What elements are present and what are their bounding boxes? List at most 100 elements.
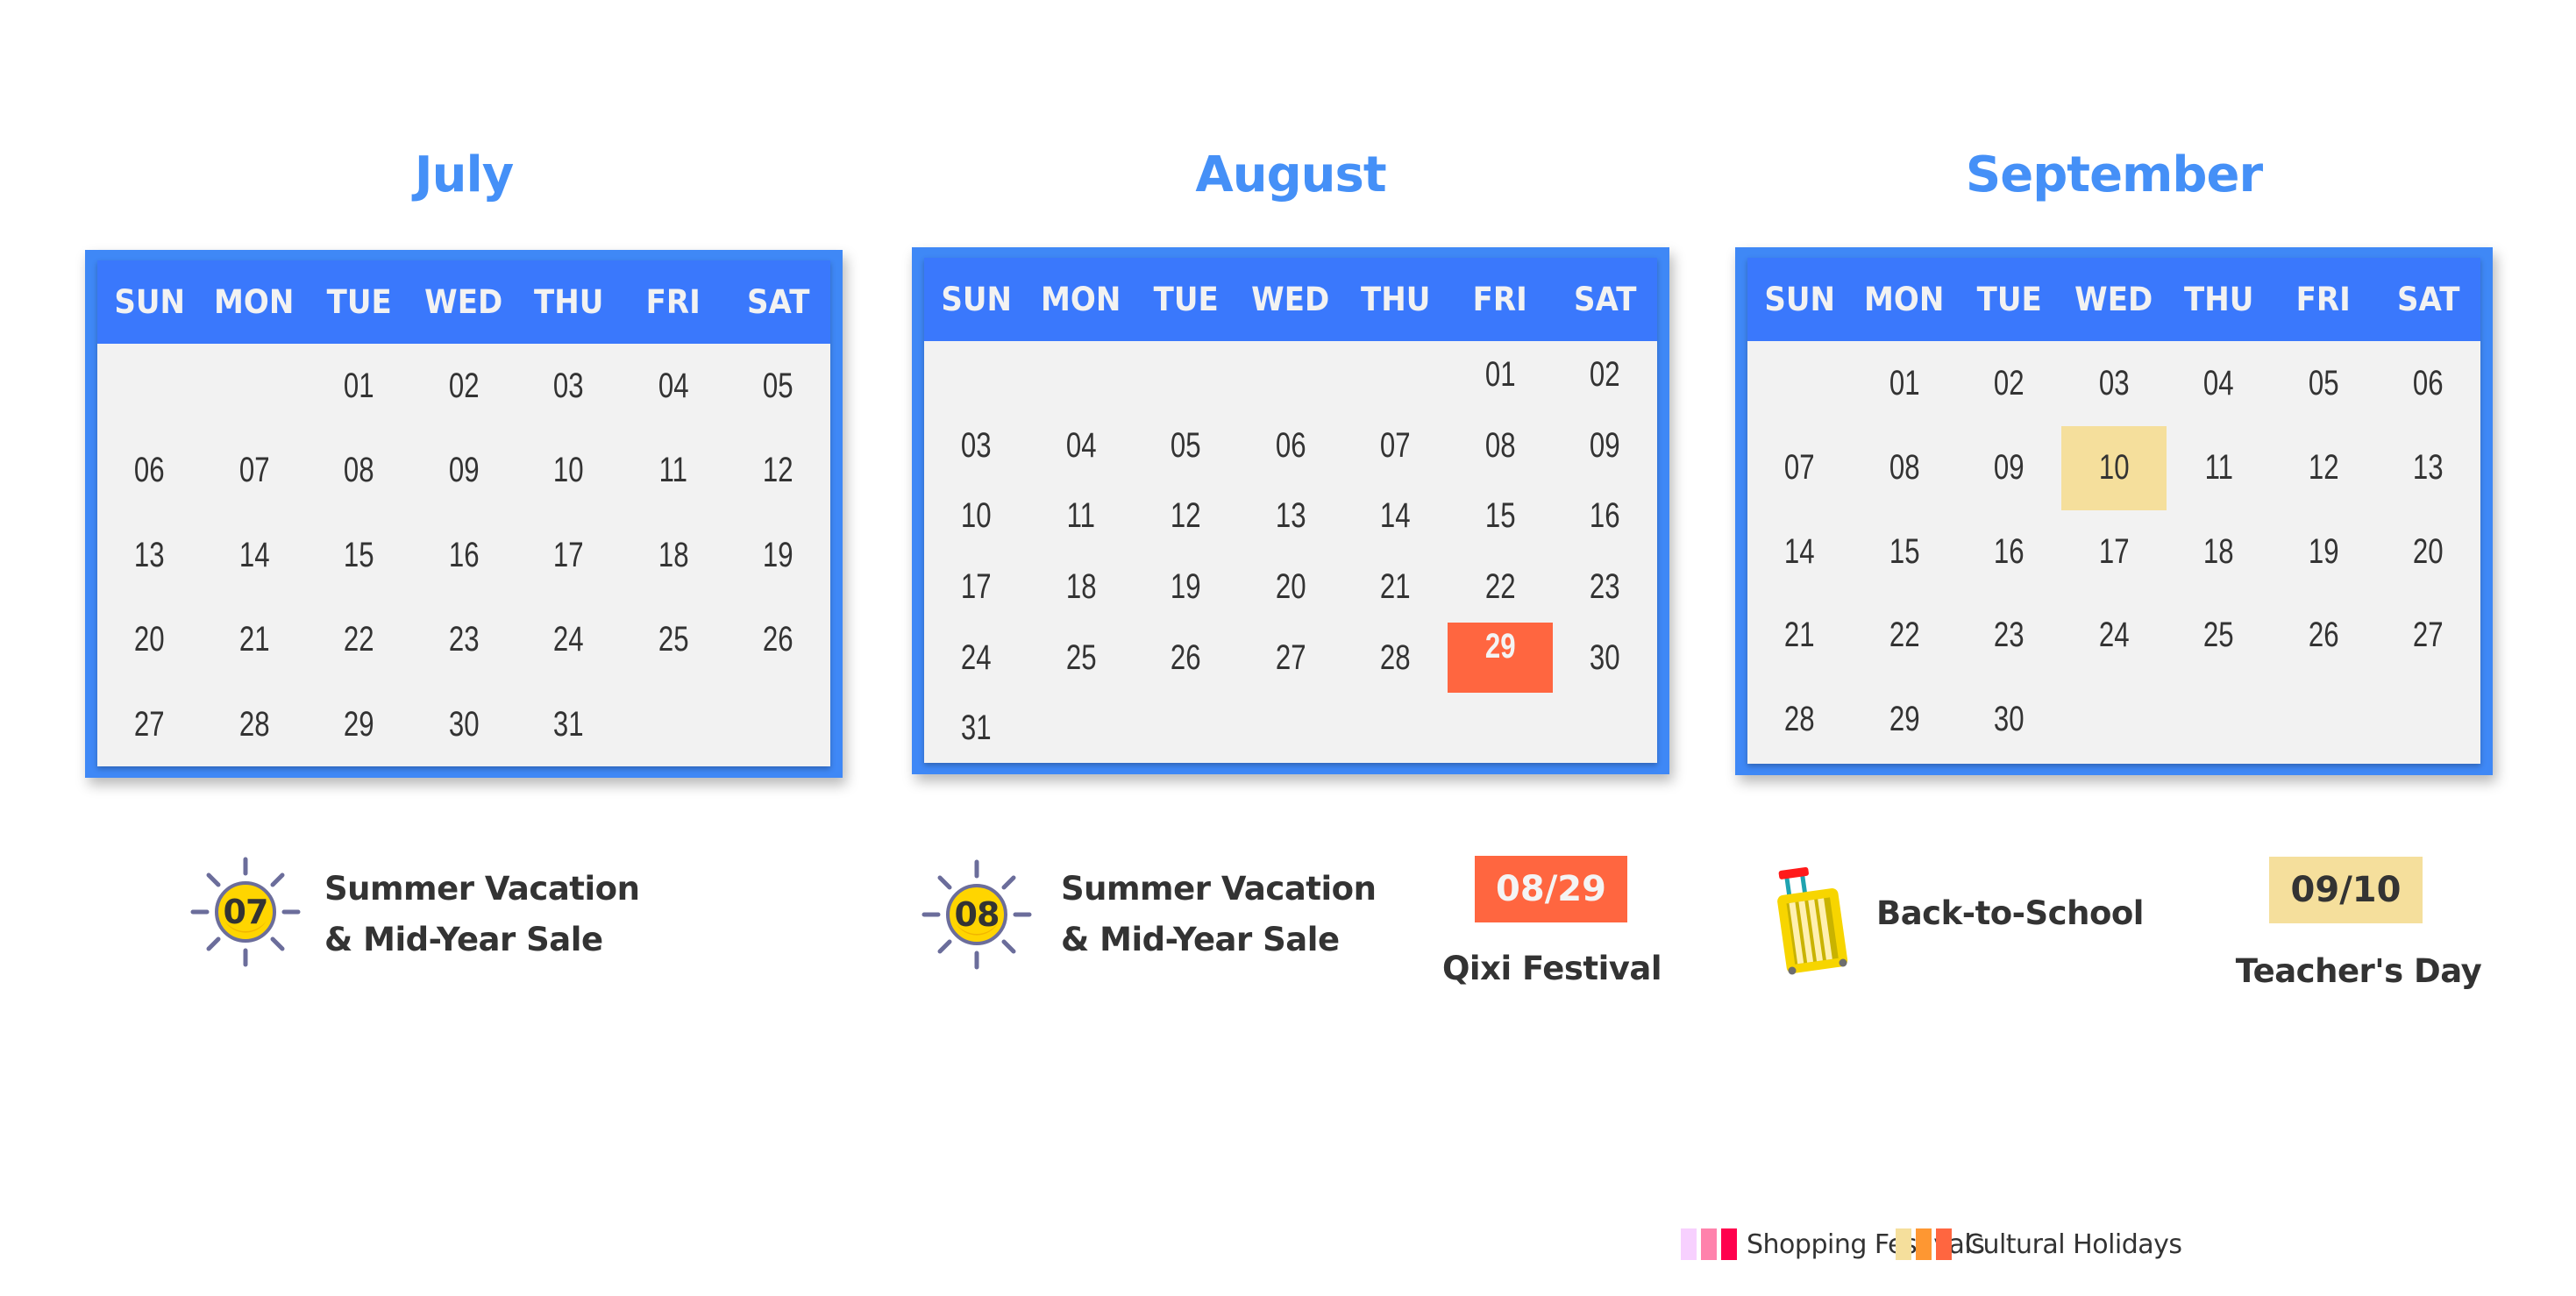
day-cell[interactable]: 24 [516, 597, 621, 681]
day-cell[interactable]: 19 [2271, 510, 2375, 595]
weekday-thu: THU [2183, 281, 2254, 318]
day-cell[interactable]: 30 [411, 682, 516, 766]
day-cell[interactable]: 22 [1852, 594, 1956, 678]
day-number: 27 [2412, 616, 2444, 655]
day-cell[interactable]: 04 [621, 344, 725, 428]
day-cell[interactable]: 21 [1747, 594, 1852, 678]
day-cell[interactable]: 09 [1957, 426, 2061, 510]
day-cell[interactable]: 09 [1553, 410, 1657, 481]
day-cell[interactable]: 11 [621, 428, 725, 512]
day-cell[interactable]: 23 [1553, 552, 1657, 623]
day-cell[interactable]: 16 [1957, 510, 2061, 595]
day-number: 20 [134, 620, 166, 659]
day-cell[interactable]: 02 [411, 344, 516, 428]
highlighted-day-cell[interactable]: 29 [1448, 622, 1553, 694]
weekday-tue: TUE [1153, 281, 1219, 318]
day-cell[interactable]: 29 [1852, 678, 1956, 762]
day-cell[interactable]: 06 [97, 428, 202, 512]
day-cell[interactable]: 23 [411, 597, 516, 681]
day-cell[interactable]: 03 [924, 410, 1028, 481]
day-cell[interactable]: 04 [1028, 410, 1133, 481]
day-cell[interactable]: 27 [1238, 623, 1342, 694]
day-cell[interactable]: 09 [411, 428, 516, 512]
day-cell[interactable]: 15 [1448, 481, 1552, 552]
day-number: 23 [1589, 567, 1620, 607]
empty-day-cell [2061, 678, 2166, 762]
day-cell[interactable]: 30 [1957, 678, 2061, 762]
day-cell[interactable]: 24 [924, 623, 1028, 694]
day-cell[interactable]: 16 [1553, 481, 1657, 552]
day-cell[interactable]: 20 [1238, 552, 1342, 623]
day-cell[interactable]: 10 [924, 481, 1028, 552]
day-number: 20 [2412, 531, 2444, 571]
day-cell[interactable]: 07 [1343, 410, 1448, 481]
day-cell[interactable]: 26 [2271, 594, 2375, 678]
day-cell[interactable]: 19 [726, 513, 830, 597]
day-cell[interactable]: 13 [1238, 481, 1342, 552]
day-cell[interactable]: 21 [202, 597, 306, 681]
day-cell[interactable]: 13 [2376, 426, 2480, 510]
day-cell[interactable]: 07 [202, 428, 306, 512]
day-cell[interactable]: 15 [1852, 510, 1956, 595]
day-cell[interactable]: 06 [1238, 410, 1342, 481]
day-cell[interactable]: 07 [1747, 426, 1852, 510]
day-cell[interactable]: 17 [2061, 510, 2166, 595]
day-cell[interactable]: 14 [1343, 481, 1448, 552]
day-cell[interactable]: 18 [621, 513, 725, 597]
day-cell[interactable]: 18 [1028, 552, 1133, 623]
day-cell[interactable]: 29 [307, 682, 411, 766]
day-cell[interactable]: 02 [1957, 342, 2061, 426]
day-cell[interactable]: 20 [2376, 510, 2480, 595]
day-cell[interactable]: 28 [1747, 678, 1852, 762]
day-cell[interactable]: 12 [726, 428, 830, 512]
day-cell[interactable]: 31 [924, 693, 1028, 764]
day-cell[interactable]: 28 [1343, 623, 1448, 694]
day-cell[interactable]: 05 [1134, 410, 1238, 481]
day-cell[interactable]: 08 [1448, 410, 1552, 481]
day-cell[interactable]: 02 [1553, 339, 1657, 410]
day-cell[interactable]: 11 [1028, 481, 1133, 552]
day-cell[interactable]: 13 [97, 513, 202, 597]
day-cell[interactable]: 17 [924, 552, 1028, 623]
day-cell[interactable]: 27 [2376, 594, 2480, 678]
day-cell[interactable]: 08 [1852, 426, 1956, 510]
day-cell[interactable]: 28 [202, 682, 306, 766]
day-cell[interactable]: 31 [516, 682, 621, 766]
day-cell[interactable]: 25 [621, 597, 725, 681]
day-cell[interactable]: 12 [2271, 426, 2375, 510]
day-cell[interactable]: 17 [516, 513, 621, 597]
day-cell[interactable]: 19 [1134, 552, 1238, 623]
day-cell[interactable]: 06 [2376, 342, 2480, 426]
day-cell[interactable]: 03 [516, 344, 621, 428]
event-title: Summer Vacation [1061, 870, 1377, 908]
day-cell[interactable]: 26 [1134, 623, 1238, 694]
day-cell[interactable]: 27 [97, 682, 202, 766]
day-cell[interactable]: 10 [516, 428, 621, 512]
highlighted-day-cell[interactable]: 10 [2061, 425, 2167, 510]
day-cell[interactable]: 18 [2167, 510, 2271, 595]
day-cell[interactable]: 22 [307, 597, 411, 681]
day-cell[interactable]: 23 [1957, 594, 2061, 678]
day-cell[interactable]: 01 [307, 344, 411, 428]
day-cell[interactable]: 25 [2167, 594, 2271, 678]
day-cell[interactable]: 11 [2167, 426, 2271, 510]
day-cell[interactable]: 05 [726, 344, 830, 428]
day-cell[interactable]: 03 [2061, 342, 2166, 426]
day-cell[interactable]: 15 [307, 513, 411, 597]
day-cell[interactable]: 14 [1747, 510, 1852, 595]
day-cell[interactable]: 08 [307, 428, 411, 512]
month-september: September SUN MON TUE WED THU FRI SAT 01 02 03 04… [1735, 0, 2493, 789]
day-cell[interactable]: 26 [726, 597, 830, 681]
day-cell[interactable]: 05 [2271, 342, 2375, 426]
day-cell[interactable]: 01 [1852, 342, 1956, 426]
day-cell[interactable]: 24 [2061, 594, 2166, 678]
day-cell[interactable]: 25 [1028, 623, 1133, 694]
day-cell[interactable]: 01 [1448, 339, 1552, 410]
day-cell[interactable]: 20 [97, 597, 202, 681]
day-cell[interactable]: 04 [2167, 342, 2271, 426]
day-cell[interactable]: 14 [202, 513, 306, 597]
day-cell[interactable]: 21 [1343, 552, 1448, 623]
day-cell[interactable]: 16 [411, 513, 516, 597]
day-cell[interactable]: 30 [1553, 623, 1657, 694]
day-cell[interactable]: 12 [1134, 481, 1238, 552]
